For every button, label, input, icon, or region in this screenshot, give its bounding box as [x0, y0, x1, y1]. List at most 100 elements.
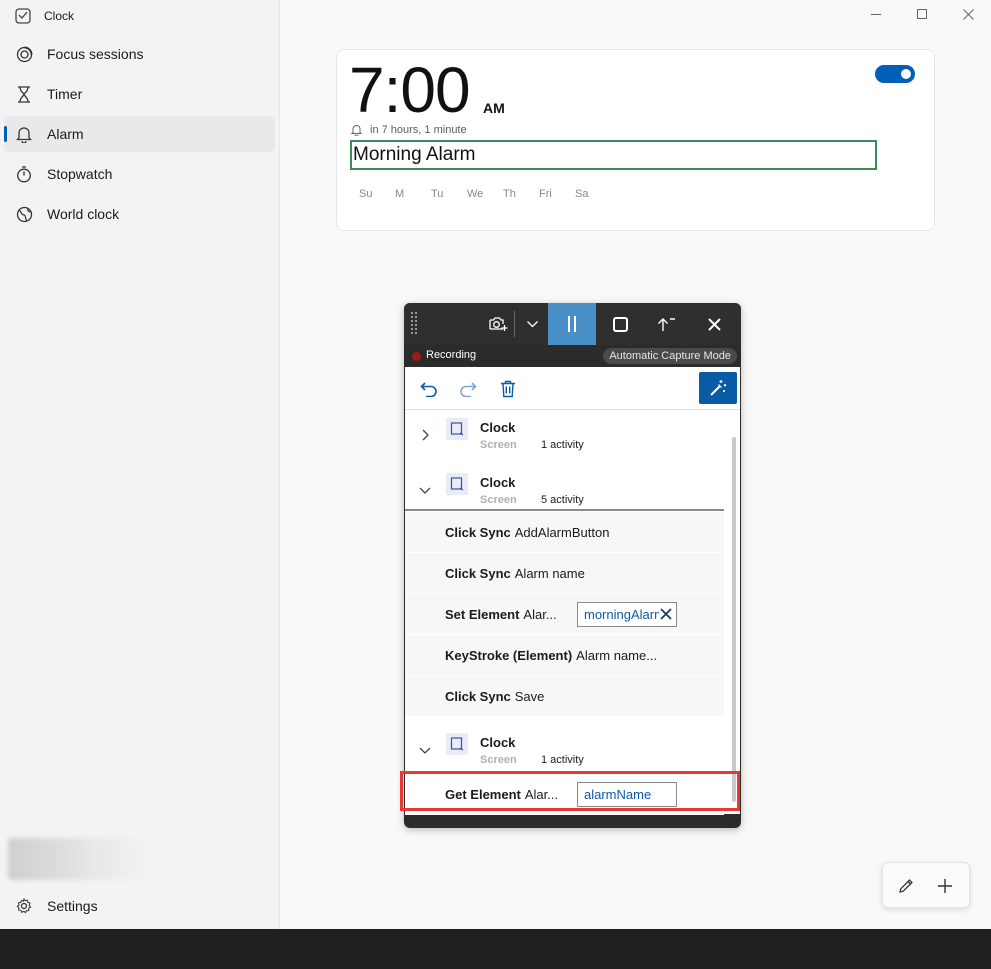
variable-field[interactable]: morningAlarm: [577, 602, 677, 627]
screen-icon: [446, 418, 468, 440]
capture-screen-button[interactable]: [484, 303, 512, 345]
activity-count: 1 activity: [541, 439, 584, 451]
variable-value: morningAlarm: [584, 607, 665, 622]
screen-icon: [446, 733, 468, 755]
chevron-down-icon: [526, 320, 538, 327]
sidebar-item-timer[interactable]: Timer: [4, 76, 275, 112]
sidebar-item-label: World clock: [47, 206, 120, 222]
stop-icon: [612, 316, 628, 332]
minimize-button[interactable]: [853, 0, 899, 28]
activity-row[interactable]: Click Sync Save: [405, 676, 724, 717]
capture-options-dropdown[interactable]: [518, 303, 546, 345]
sidebar-item-world-clock[interactable]: World clock: [4, 196, 275, 232]
activity-target: AddAlarmButton: [514, 524, 610, 540]
redo-icon: [460, 382, 477, 397]
chevron-down-icon[interactable]: [418, 743, 432, 757]
alarm-name[interactable]: Morning Alarm: [350, 140, 877, 170]
day-tuesday: Tu: [431, 188, 444, 200]
activity-count: 1 activity: [541, 754, 584, 766]
arrow-up-icon: [658, 318, 675, 331]
bell-icon: [15, 125, 33, 143]
activity-target: Alar...: [523, 606, 557, 622]
redo-button[interactable]: [458, 379, 478, 399]
account-avatar[interactable]: [8, 838, 152, 880]
clock-app-icon: [15, 8, 31, 24]
focus-icon: [15, 45, 33, 63]
recording-status-bar: Recording Automatic Capture Mode: [404, 345, 741, 367]
alarm-enabled-toggle[interactable]: [875, 65, 915, 83]
undo-icon: [420, 382, 437, 397]
minimize-icon: [871, 14, 881, 15]
globe-icon: [15, 205, 33, 223]
day-wednesday: We: [467, 188, 484, 200]
screen-title: Clock: [480, 735, 516, 750]
screen-type: Screen: [480, 494, 517, 506]
activity-row[interactable]: Click Sync AddAlarmButton: [405, 512, 724, 553]
screen-title: Clock: [480, 420, 516, 435]
close-window-button[interactable]: [945, 0, 991, 28]
activity-action: Click Sync: [445, 565, 511, 581]
camera-add-icon: [489, 317, 508, 331]
maximize-button[interactable]: [899, 0, 945, 28]
drag-handle-icon[interactable]: [410, 311, 418, 337]
clear-icon[interactable]: [659, 607, 673, 621]
pause-icon: [568, 316, 576, 332]
activity-row[interactable]: KeyStroke (Element) Alarm name...: [405, 635, 724, 676]
app-title: Clock: [44, 9, 75, 23]
activity-row[interactable]: Click Sync Alarm name: [405, 553, 724, 594]
sidebar-item-label: Alarm: [47, 126, 84, 142]
recorder-action-bar: [405, 367, 740, 410]
alarm-ampm: AM: [483, 100, 505, 116]
activity-row[interactable]: Set Element Alar... morningAlarm: [405, 594, 724, 635]
alarm-actions: [882, 862, 970, 908]
screen-type: Screen: [480, 439, 517, 451]
chevron-right-icon[interactable]: [418, 428, 432, 442]
sidebar-item-alarm[interactable]: Alarm: [4, 116, 275, 152]
recorder-toolbar: [404, 303, 741, 345]
activity-count: 5 activity: [541, 494, 584, 506]
activity-action: KeyStroke (Element): [445, 647, 573, 663]
pause-recording-button[interactable]: [548, 303, 596, 345]
alarm-remaining: in 7 hours, 1 minute: [351, 124, 467, 136]
toolbar-divider: [514, 311, 515, 337]
activity-target: Alar...: [524, 786, 559, 802]
capture-mode-badge: Automatic Capture Mode: [603, 348, 737, 364]
activity-row[interactable]: Get Element Alar... alarmName: [405, 774, 724, 815]
taskbar: [0, 929, 991, 969]
maximize-icon: [917, 9, 927, 19]
auto-generate-button[interactable]: [699, 372, 737, 404]
collapse-panel-button[interactable]: [644, 303, 688, 345]
edit-alarms-button[interactable]: [895, 875, 917, 897]
app-title-bar: Clock: [14, 6, 74, 26]
screen-type: Screen: [480, 754, 517, 766]
delete-button[interactable]: [498, 379, 518, 399]
add-alarm-button[interactable]: [934, 875, 956, 897]
alarm-card[interactable]: 7:00 AM in 7 hours, 1 minute Morning Ala…: [336, 49, 935, 231]
sidebar-item-settings[interactable]: Settings: [4, 888, 275, 924]
gear-icon: [15, 897, 33, 915]
sidebar: Clock Focus sessions Timer Alarm Stopwat…: [0, 0, 280, 929]
stop-recording-button[interactable]: [598, 303, 642, 345]
screen-group[interactable]: Clock Screen 1 activity: [405, 414, 731, 466]
sidebar-item-label: Settings: [47, 898, 98, 914]
day-saturday: Sa: [575, 188, 589, 200]
hourglass-icon: [15, 85, 33, 103]
day-sunday: Su: [359, 188, 373, 200]
variable-value: alarmName: [584, 787, 652, 802]
sidebar-item-stopwatch[interactable]: Stopwatch: [4, 156, 275, 192]
sidebar-item-focus-sessions[interactable]: Focus sessions: [4, 36, 275, 72]
undo-button[interactable]: [419, 379, 439, 399]
activity-action: Click Sync: [445, 524, 511, 540]
trash-icon: [501, 380, 515, 398]
day-monday: M: [395, 188, 405, 200]
plus-icon: [938, 879, 952, 893]
day-friday: Fri: [539, 188, 552, 200]
chevron-down-icon[interactable]: [418, 483, 432, 497]
screen-icon: [446, 473, 468, 495]
recording-indicator-icon: [412, 352, 421, 361]
close-recorder-button[interactable]: [692, 303, 736, 345]
magic-wand-icon: [710, 380, 727, 396]
recorder-scrollbar[interactable]: [732, 437, 736, 802]
variable-field[interactable]: alarmName: [577, 782, 677, 807]
activity-action: Set Element: [445, 606, 520, 622]
